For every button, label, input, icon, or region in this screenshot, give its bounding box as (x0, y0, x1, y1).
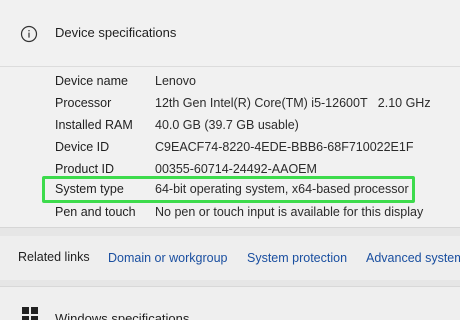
related-links-bar: Related links Domain or workgroup System… (0, 236, 460, 280)
spec-value: C9EACF74-8220-4EDE-BBB6-68F710022E1F (155, 140, 414, 154)
windows-specifications-header[interactable]: Windows specifications (0, 286, 460, 320)
windows-logo-icon (22, 307, 38, 320)
device-specifications-card: Device specifications Device name Lenovo… (0, 0, 460, 228)
spec-value: 12th Gen Intel(R) Core(TM) i5-12600T 2.1… (155, 96, 431, 110)
spec-value: Lenovo (155, 74, 197, 88)
device-specifications-header[interactable]: Device specifications (0, 0, 460, 67)
spec-label: Processor (55, 96, 112, 110)
spec-label: Pen and touch (55, 205, 136, 219)
settings-about-page: Device specifications Device name Lenovo… (0, 0, 460, 320)
advanced-system-link[interactable]: Advanced system (366, 251, 460, 265)
spec-label: Device ID (55, 140, 110, 154)
system-protection-link[interactable]: System protection (247, 251, 347, 265)
spec-value: 00355-60714-24492-AAOEM (155, 162, 317, 176)
spec-label: Product ID (55, 162, 115, 176)
spec-value: No pen or touch input is available for t… (155, 205, 424, 219)
device-specifications-title: Device specifications (55, 25, 177, 40)
windows-specifications-title: Windows specifications (55, 311, 190, 320)
spec-label: Installed RAM (55, 118, 133, 132)
spec-value: 40.0 GB (39.7 GB usable) (155, 118, 299, 132)
info-icon (20, 25, 38, 43)
system-type-highlight-box (42, 176, 415, 203)
related-links-title: Related links (18, 250, 90, 264)
spec-label: Device name (55, 74, 128, 88)
domain-or-workgroup-link[interactable]: Domain or workgroup (108, 251, 228, 265)
